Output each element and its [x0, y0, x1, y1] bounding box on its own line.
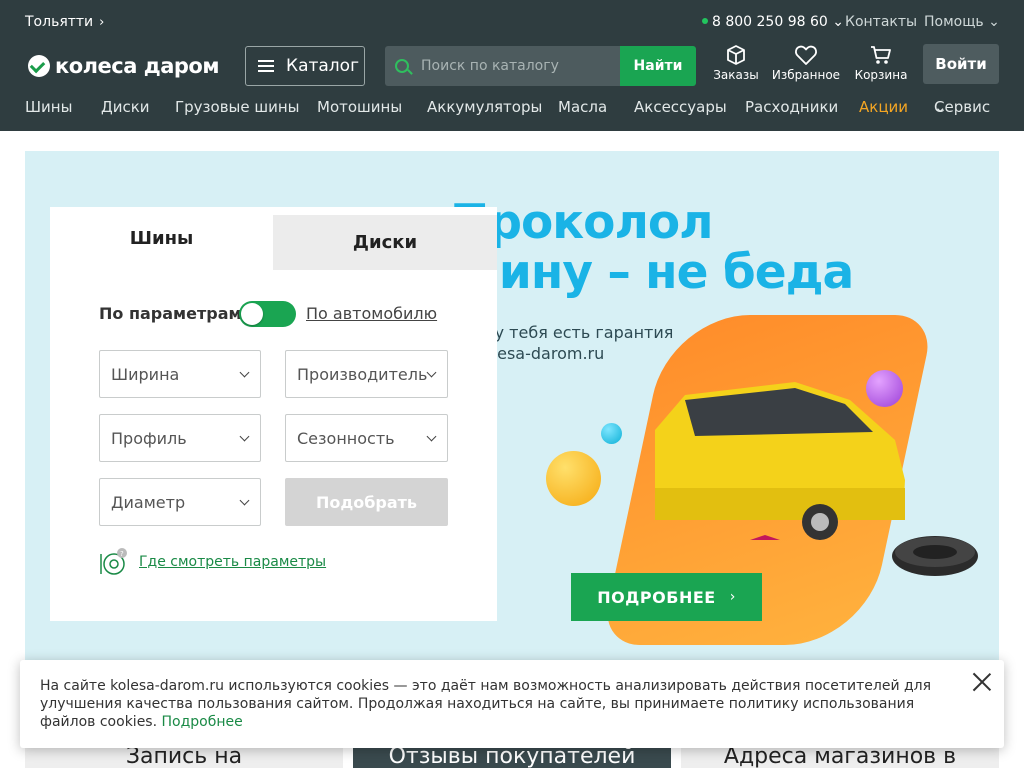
manufacturer-select[interactable]: Производитель — [285, 350, 448, 398]
phone-text: 8 800 250 98 60 — [712, 14, 828, 30]
menu-icon — [258, 60, 274, 72]
nav-item-consumables[interactable]: Расходники — [745, 98, 838, 116]
tab-tires[interactable]: Шины — [50, 207, 273, 270]
diameter-select[interactable]: Диаметр — [99, 478, 261, 526]
wheel-help-icon: ? — [100, 548, 127, 575]
yellow-ball-decoration — [546, 451, 601, 506]
profile-select-label: Профиль — [111, 428, 187, 448]
site-header: Тольятти › 8 800 250 98 60 ⌄ Контакты Пом… — [0, 0, 1024, 131]
search-icon — [395, 59, 409, 73]
width-select[interactable]: Ширина — [99, 350, 261, 398]
city-label: Тольятти — [25, 14, 94, 30]
banner-more-button[interactable]: ПОДРОБНЕЕ › — [571, 573, 762, 621]
help-menu[interactable]: Помощь ⌄ — [924, 14, 1000, 30]
manufacturer-select-label: Производитель — [297, 364, 428, 384]
search-button[interactable]: Найти — [620, 46, 696, 86]
help-label: Помощь — [924, 14, 984, 30]
chevron-down-icon — [239, 367, 250, 378]
nav-item-batteries[interactable]: Аккумуляторы — [427, 98, 542, 116]
chevron-down-icon — [239, 495, 250, 506]
headline-line-2: шину – не беда — [450, 245, 854, 300]
chevron-down-icon — [239, 431, 250, 442]
nav-item-oils[interactable]: Масла — [558, 98, 607, 116]
catalog-button[interactable]: Каталог — [245, 46, 365, 86]
orders-label: Заказы — [713, 68, 759, 82]
nav-item-tires[interactable]: Шины — [25, 98, 72, 116]
site-logo[interactable]: колеса даром — [28, 52, 220, 80]
logo-check-icon — [28, 55, 50, 77]
heart-icon — [795, 45, 817, 65]
by-params-label: По параметрам — [99, 304, 242, 323]
diameter-select-label: Диаметр — [111, 492, 186, 512]
nav-item-promotions[interactable]: Акции — [859, 98, 908, 116]
blue-ball-decoration — [601, 423, 622, 444]
city-selector[interactable]: Тольятти › — [25, 14, 104, 30]
chevron-right-icon: › — [729, 589, 736, 605]
pick-button[interactable]: Подобрать — [285, 478, 448, 526]
favorites-label: Избранное — [771, 68, 841, 82]
chevron-down-icon — [426, 431, 437, 442]
orders-button[interactable]: Заказы — [701, 44, 771, 82]
tire-image — [892, 536, 978, 576]
chevron-down-icon: ⌄ — [934, 98, 947, 116]
cookie-more-link[interactable]: Подробнее — [162, 714, 243, 730]
cookie-banner: На сайте kolesa-darom.ru используются co… — [20, 660, 1004, 748]
nav-item-disks[interactable]: Диски — [101, 98, 150, 116]
by-car-link[interactable]: По автомобилю — [306, 304, 437, 323]
cart-button[interactable]: Корзина — [846, 44, 916, 82]
favorites-button[interactable]: Избранное — [771, 44, 841, 82]
cart-label: Корзина — [854, 68, 908, 82]
catalog-label: Каталог — [286, 56, 360, 76]
main-nav: Шины Диски Грузовые шины Мотошины Аккуму… — [0, 98, 1024, 120]
close-icon[interactable] — [972, 672, 992, 692]
tire-selector-panel: Шины Диски По параметрам По автомобилю Ш… — [50, 207, 497, 621]
tab-disks[interactable]: Диски — [273, 215, 497, 270]
contacts-link[interactable]: Контакты — [845, 14, 917, 30]
cart-icon — [871, 46, 891, 64]
season-select-label: Сезонность — [297, 428, 395, 448]
where-params-link[interactable]: Где смотреть параметры — [139, 554, 326, 570]
width-select-label: Ширина — [111, 364, 180, 384]
profile-select[interactable]: Профиль — [99, 414, 261, 462]
box-icon — [727, 45, 745, 65]
more-button-label: ПОДРОБНЕЕ — [597, 587, 716, 607]
params-help: ? Где смотреть параметры — [99, 547, 326, 577]
search-box — [385, 46, 620, 86]
status-dot-icon — [702, 18, 708, 24]
cookie-text: На сайте kolesa-darom.ru используются co… — [40, 677, 960, 731]
nav-item-moto-tires[interactable]: Мотошины — [317, 98, 402, 116]
search-input[interactable] — [421, 58, 611, 74]
nav-item-truck-tires[interactable]: Грузовые шины — [175, 98, 300, 116]
chevron-right-icon: › — [99, 15, 105, 30]
login-button[interactable]: Войти — [923, 44, 999, 84]
top-bar: Тольятти › 8 800 250 98 60 ⌄ Контакты Пом… — [0, 14, 1024, 36]
chevron-down-icon: ⌄ — [988, 14, 1000, 30]
logo-text: колеса даром — [55, 54, 220, 78]
nav-item-accessories[interactable]: Аксессуары — [634, 98, 727, 116]
svg-text:?: ? — [120, 550, 124, 558]
toggle-knob — [241, 303, 263, 325]
headline-line-1: Проколол — [450, 195, 714, 250]
chevron-down-icon: ⌄ — [832, 14, 844, 30]
chevron-down-icon — [426, 367, 437, 378]
yellow-car-image — [655, 382, 905, 540]
phone-number[interactable]: 8 800 250 98 60 ⌄ — [702, 14, 844, 30]
banner-headline: Проколол шину – не беда — [450, 195, 854, 300]
season-select[interactable]: Сезонность — [285, 414, 448, 462]
search-mode-toggle[interactable] — [239, 301, 296, 327]
